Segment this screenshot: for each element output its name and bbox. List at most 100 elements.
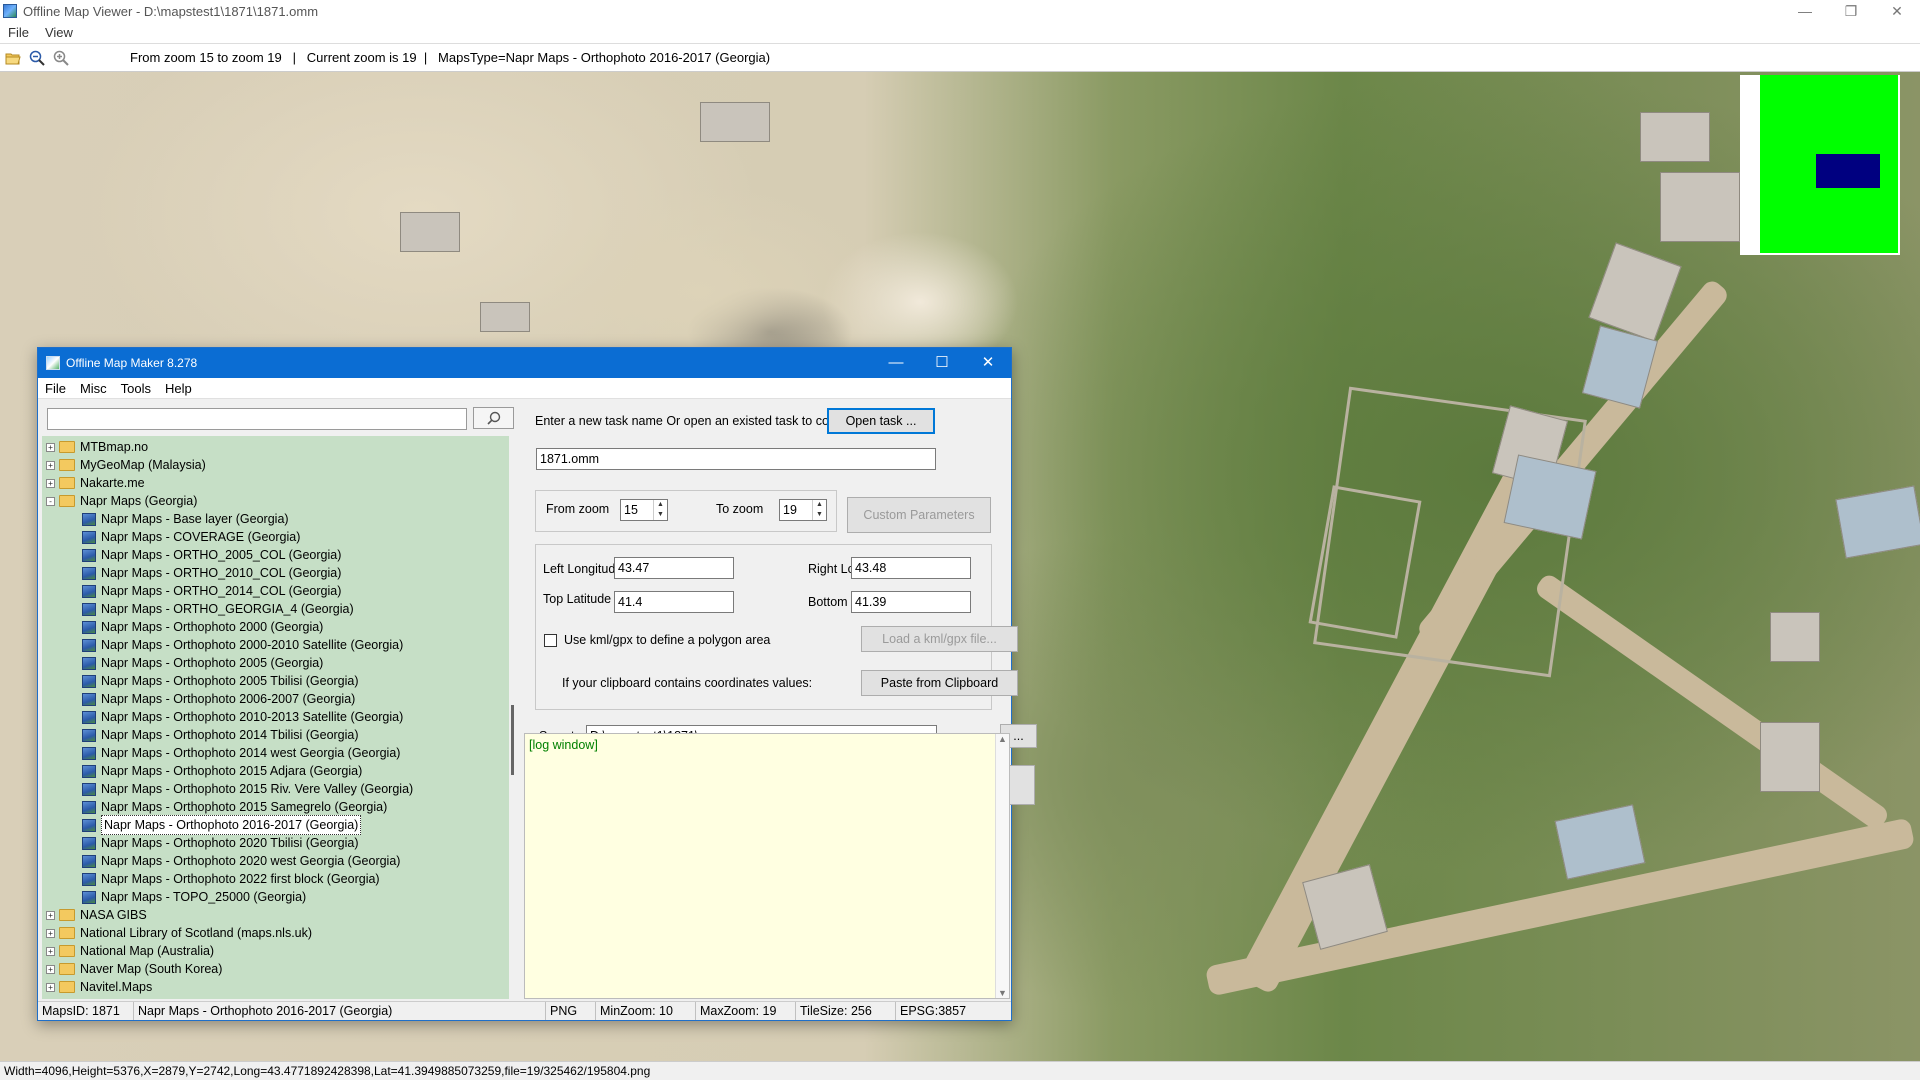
restore-icon[interactable]: ❐ — [1828, 0, 1874, 22]
collapse-icon[interactable]: - — [46, 496, 55, 506]
open-task-button[interactable]: Open task ... — [827, 408, 935, 434]
tree-folder-item[interactable]: + Naver Map (South Korea) — [46, 960, 222, 978]
tree-map-item[interactable]: Napr Maps - Orthophoto 2000 (Georgia) — [82, 618, 323, 636]
left-longitude-field[interactable]: 43.47 — [614, 557, 734, 579]
scroll-down-icon[interactable]: ▼ — [996, 988, 1009, 998]
scroll-up-icon[interactable]: ▲ — [996, 734, 1009, 744]
tree-item-label: Napr Maps - Orthophoto 2005 Tbilisi (Geo… — [101, 674, 359, 688]
log-scrollbar[interactable]: ▲ ▼ — [995, 734, 1009, 998]
close-icon[interactable]: ✕ — [1874, 0, 1920, 22]
expand-icon[interactable]: + — [46, 946, 55, 956]
tree-folder-item[interactable]: + National Library of Scotland (maps.nls.… — [46, 924, 312, 942]
tree-map-item[interactable]: Napr Maps - Orthophoto 2020 Tbilisi (Geo… — [82, 834, 359, 852]
tree-map-item[interactable]: Napr Maps - Orthophoto 2014 Tbilisi (Geo… — [82, 726, 359, 744]
tree-map-item[interactable]: Napr Maps - Orthophoto 2016-2017 (Georgi… — [82, 815, 362, 835]
map-layer-icon — [82, 818, 96, 832]
tree-map-item[interactable]: Napr Maps - Orthophoto 2022 first block … — [82, 870, 380, 888]
tree-map-item[interactable]: Napr Maps - Orthophoto 2020 west Georgia… — [82, 852, 400, 870]
menu-tools[interactable]: Tools — [114, 381, 158, 396]
minimize-icon[interactable]: — — [873, 348, 919, 378]
tree-map-item[interactable]: Napr Maps - Orthophoto 2015 Adjara (Geor… — [82, 762, 362, 780]
tree-folder-item[interactable]: + NASA GIBS — [46, 906, 147, 924]
stepper-arrows-icon[interactable]: ▲ ▼ — [812, 500, 826, 520]
task-name-field[interactable]: 1871.omm — [536, 448, 936, 470]
menu-misc[interactable]: Misc — [73, 381, 114, 396]
expand-icon[interactable]: + — [46, 442, 55, 452]
tree-folder-item[interactable]: + MTBmap.no — [46, 438, 148, 456]
tree-map-item[interactable]: Napr Maps - Orthophoto 2014 west Georgia… — [82, 744, 400, 762]
tree-map-item[interactable]: Napr Maps - ORTHO_GEORGIA_4 (Georgia) — [82, 600, 354, 618]
top-latitude-field[interactable]: 41.4 — [614, 591, 734, 613]
offline-map-maker-window: Offline Map Maker 8.278 — ☐ ✕ File Misc … — [37, 347, 1037, 1021]
tree-map-item[interactable]: Napr Maps - Orthophoto 2005 Tbilisi (Geo… — [82, 672, 359, 690]
stepper-arrows-icon[interactable]: ▲ ▼ — [653, 500, 667, 520]
tree-item-label: NASA GIBS — [80, 908, 147, 922]
paste-from-clipboard-button[interactable]: Paste from Clipboard — [861, 670, 1018, 696]
open-folder-icon[interactable] — [2, 47, 24, 69]
right-longitude-field[interactable]: 43.48 — [851, 557, 971, 579]
tree-folder-item[interactable]: - Napr Maps (Georgia) — [46, 492, 197, 510]
tree-map-item[interactable]: Napr Maps - ORTHO_2014_COL (Georgia) — [82, 582, 341, 600]
log-window[interactable]: [log window] ▲ ▼ — [524, 733, 1010, 999]
tree-map-item[interactable]: Napr Maps - Orthophoto 2005 (Georgia) — [82, 654, 323, 672]
use-kml-checkbox[interactable] — [544, 634, 557, 647]
tree-map-item[interactable]: Napr Maps - COVERAGE (Georgia) — [82, 528, 300, 546]
custom-parameters-button[interactable]: Custom Parameters — [847, 497, 991, 533]
tree-map-item[interactable]: Napr Maps - ORTHO_2005_COL (Georgia) — [82, 546, 341, 564]
menu-file[interactable]: File — [38, 381, 73, 396]
tree-folder-item[interactable]: + National Map (Australia) — [46, 942, 214, 960]
map-search-input[interactable] — [47, 408, 467, 430]
expand-icon[interactable]: + — [46, 478, 55, 488]
overview-viewport[interactable] — [1816, 154, 1880, 188]
tree-map-item[interactable]: Napr Maps - Orthophoto 2000-2010 Satelli… — [82, 636, 403, 654]
building — [1554, 804, 1646, 880]
map-layer-icon — [82, 890, 96, 904]
expand-icon[interactable]: + — [46, 964, 55, 974]
zoom-info-text: From zoom 15 to zoom 19 | Current zoom i… — [130, 50, 771, 65]
tree-map-item[interactable]: Napr Maps - Base layer (Georgia) — [82, 510, 289, 528]
tree-item-label: Napr Maps - Orthophoto 2000 (Georgia) — [101, 620, 324, 634]
tree-scrollbar-thumb[interactable] — [511, 705, 514, 775]
tree-scrollbar[interactable] — [509, 436, 521, 999]
tree-map-item[interactable]: Napr Maps - Orthophoto 2010-2013 Satelli… — [82, 708, 403, 726]
folder-icon — [59, 927, 75, 939]
to-zoom-stepper[interactable]: 19 ▲ ▼ — [779, 499, 827, 521]
tree-folder-item[interactable]: + MyGeoMap (Malaysia) — [46, 456, 206, 474]
tree-folder-item[interactable]: + Navitel.Maps — [46, 978, 152, 996]
expand-icon[interactable]: + — [46, 928, 55, 938]
tree-item-label: Napr Maps (Georgia) — [80, 494, 198, 508]
zoom-in-icon[interactable] — [50, 47, 72, 69]
zoom-out-icon[interactable] — [26, 47, 48, 69]
viewer-menu-bar: File View — [0, 22, 1920, 43]
tree-map-item[interactable]: Napr Maps - Orthophoto 2015 Samegrelo (G… — [82, 798, 387, 816]
expand-icon[interactable]: + — [46, 910, 55, 920]
expand-icon[interactable]: + — [46, 460, 55, 470]
viewer-menu-view[interactable]: View — [37, 25, 81, 40]
close-icon[interactable]: ✕ — [965, 348, 1011, 378]
expand-icon[interactable]: + — [46, 982, 55, 992]
from-zoom-stepper[interactable]: 15 ▲ ▼ — [620, 499, 668, 521]
tree-folder-item[interactable]: + Nakarte.me — [46, 474, 145, 492]
dialog-window-title: Offline Map Maker 8.278 — [66, 356, 198, 370]
folder-icon — [59, 945, 75, 957]
load-kml-button[interactable]: Load a kml/gpx file... — [861, 626, 1018, 652]
menu-help[interactable]: Help — [158, 381, 199, 396]
tree-item-label: MTBmap.no — [80, 440, 149, 454]
tree-map-item[interactable]: Napr Maps - Orthophoto 2006-2007 (Georgi… — [82, 690, 355, 708]
map-source-tree[interactable]: + MTBmap.no + MyGeoMap (Malaysia) + Nakarte.m… — [42, 436, 509, 999]
tree-item-label: Napr Maps - Orthophoto 2020 Tbilisi (Geo… — [101, 836, 359, 850]
tree-map-item[interactable]: Napr Maps - Orthophoto 2015 Riv. Vere Va… — [82, 780, 413, 798]
to-zoom-value: 19 — [783, 503, 797, 517]
dialog-title-bar: Offline Map Maker 8.278 — ☐ ✕ — [38, 348, 1011, 378]
maximize-icon[interactable]: ☐ — [919, 348, 965, 378]
tree-map-item[interactable]: Napr Maps - TOPO_25000 (Georgia) — [82, 888, 306, 906]
search-button[interactable] — [473, 407, 514, 429]
tree-map-item[interactable]: Napr Maps - ORTHO_2010_COL (Georgia) — [82, 564, 341, 582]
task-settings-pane: Enter a new task name Or open an existed… — [524, 400, 1037, 1001]
status-format: PNG — [546, 1002, 596, 1020]
bottom-latitude-field[interactable]: 41.39 — [851, 591, 971, 613]
building — [1770, 612, 1820, 662]
viewer-menu-file[interactable]: File — [0, 25, 37, 40]
minimize-icon[interactable]: — — [1782, 0, 1828, 22]
overview-minimap[interactable] — [1740, 75, 1900, 255]
